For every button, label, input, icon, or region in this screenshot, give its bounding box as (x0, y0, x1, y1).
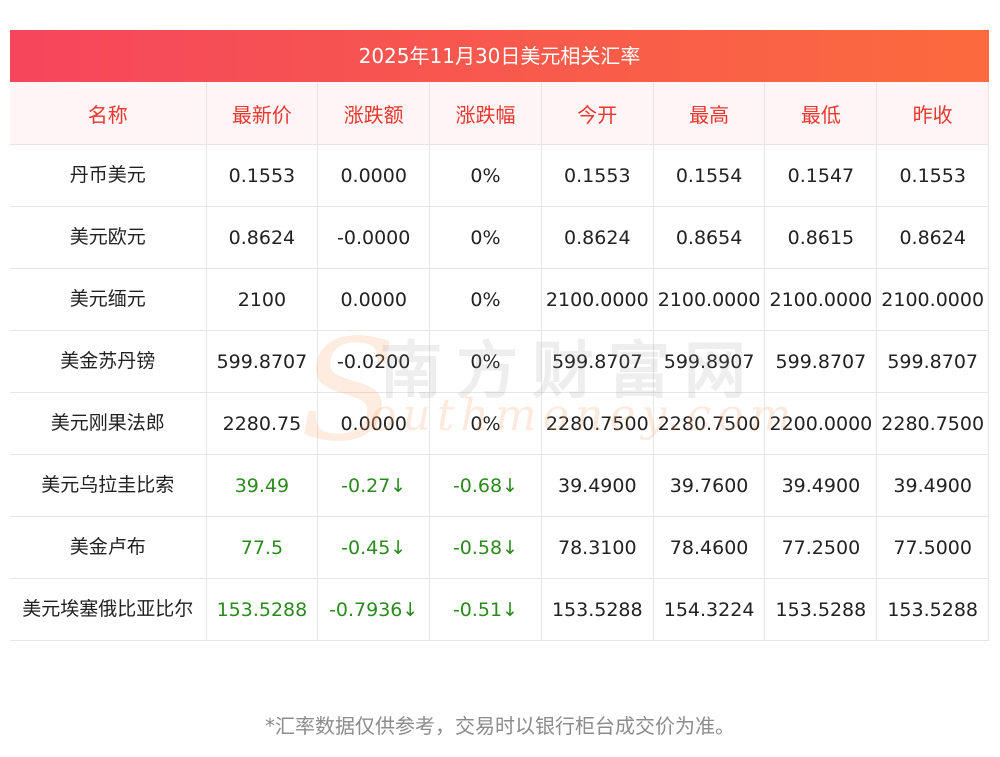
cell-open: 2280.7500 (541, 392, 654, 455)
cell-name: 美元埃塞俄比亚比尔 (10, 578, 207, 641)
cell-change: -0.27↓ (317, 454, 431, 517)
cell-change: -0.45↓ (317, 516, 431, 579)
cell-change-pct: -0.68↓ (429, 454, 542, 517)
cell-latest: 2100 (206, 268, 319, 331)
cell-high: 599.8907 (653, 330, 766, 393)
cell-change: -0.7936↓ (317, 578, 431, 641)
cell-change-pct: -0.58↓ (429, 516, 542, 579)
cell-prev-close: 0.1553 (876, 144, 990, 207)
cell-latest: 153.5288 (206, 578, 319, 641)
cell-high: 0.1554 (653, 144, 766, 207)
cell-high: 2100.0000 (653, 268, 766, 331)
cell-name: 美金卢布 (10, 516, 207, 579)
cell-latest: 0.1553 (206, 144, 319, 207)
table-row: 美金苏丹镑 599.8707 -0.0200 0% 599.8707 599.8907 59… (10, 330, 990, 393)
cell-prev-close: 2100.0000 (876, 268, 990, 331)
cell-name: 丹币美元 (10, 144, 207, 207)
cell-low: 153.5288 (764, 578, 878, 641)
cell-name: 美元缅元 (10, 268, 207, 331)
cell-name: 美元刚果法郎 (10, 392, 207, 455)
cell-low: 0.1547 (764, 144, 878, 207)
cell-change: 0.0000 (317, 144, 431, 207)
cell-prev-close: 599.8707 (876, 330, 990, 393)
cell-high: 154.3224 (653, 578, 766, 641)
cell-change: -0.0200 (317, 330, 431, 393)
cell-prev-close: 39.4900 (876, 454, 990, 517)
cell-prev-close: 77.5000 (876, 516, 990, 579)
header-row: 名称 最新价 涨跌额 涨跌幅 今开 最高 最低 昨收 (10, 82, 990, 145)
table-row: 美元埃塞俄比亚比尔 153.5288 -0.7936↓ -0.51↓ 153.5288 1… (10, 578, 990, 641)
cell-high: 78.4600 (653, 516, 766, 579)
cell-change-pct: -0.51↓ (429, 578, 542, 641)
cell-open: 78.3100 (541, 516, 654, 579)
cell-change-pct: 0% (429, 330, 542, 393)
cell-change: -0.0000 (317, 206, 431, 269)
rate-table-panel: 2025年11月30日美元相关汇率 名称 最新价 涨跌额 涨跌幅 今开 最高 最… (10, 30, 990, 641)
cell-latest: 599.8707 (206, 330, 319, 393)
column-header-change-pct: 涨跌幅 (429, 82, 542, 145)
cell-latest: 0.8624 (206, 206, 319, 269)
table-row: 美元乌拉圭比索 39.49 -0.27↓ -0.68↓ 39.4900 39.7600 39… (10, 454, 990, 517)
cell-open: 153.5288 (541, 578, 654, 641)
column-header-change: 涨跌额 (317, 82, 431, 145)
cell-prev-close: 0.8624 (876, 206, 990, 269)
cell-open: 0.8624 (541, 206, 654, 269)
footnote: *汇率数据仅供参考，交易时以银行柜台成交价为准。 (265, 714, 735, 738)
cell-high: 2280.7500 (653, 392, 766, 455)
cell-change: 0.0000 (317, 392, 431, 455)
table-row: 美元刚果法郎 2280.75 0.0000 0% 2280.7500 2280.7500 2… (10, 392, 990, 455)
cell-change-pct: 0% (429, 144, 542, 207)
cell-low: 0.8615 (764, 206, 878, 269)
cell-high: 39.7600 (653, 454, 766, 517)
column-header-open: 今开 (541, 82, 654, 145)
table-row: 美金卢布 77.5 -0.45↓ -0.58↓ 78.3100 78.4600 77.250… (10, 516, 990, 579)
cell-name: 美元欧元 (10, 206, 207, 269)
cell-low: 39.4900 (764, 454, 878, 517)
table-row: 美元欧元 0.8624 -0.0000 0% 0.8624 0.8654 0.8615 0.8… (10, 206, 990, 269)
column-header-prev-close: 昨收 (876, 82, 990, 145)
table-title: 2025年11月30日美元相关汇率 (10, 30, 989, 82)
cell-high: 0.8654 (653, 206, 766, 269)
table-row: 丹币美元 0.1553 0.0000 0% 0.1553 0.1554 0.1547 0.15… (10, 144, 990, 207)
cell-change-pct: 0% (429, 268, 542, 331)
column-header-low: 最低 (764, 82, 878, 145)
column-header-high: 最高 (653, 82, 766, 145)
cell-latest: 39.49 (206, 454, 319, 517)
cell-change-pct: 0% (429, 206, 542, 269)
cell-latest: 2280.75 (206, 392, 319, 455)
column-header-latest: 最新价 (206, 82, 319, 145)
cell-low: 2100.0000 (764, 268, 878, 331)
cell-low: 77.2500 (764, 516, 878, 579)
cell-name: 美金苏丹镑 (10, 330, 207, 393)
cell-change-pct: 0% (429, 392, 542, 455)
column-header-name: 名称 (10, 82, 207, 145)
cell-prev-close: 153.5288 (876, 578, 990, 641)
cell-open: 2100.0000 (541, 268, 654, 331)
cell-open: 39.4900 (541, 454, 654, 517)
cell-change: 0.0000 (317, 268, 431, 331)
cell-prev-close: 2280.7500 (876, 392, 990, 455)
table-row: 美元缅元 2100 0.0000 0% 2100.0000 2100.0000 2100.0… (10, 268, 990, 331)
exchange-rate-table: 名称 最新价 涨跌额 涨跌幅 今开 最高 最低 昨收 丹币美元 0.1553 0.0… (10, 82, 990, 641)
cell-low: 599.8707 (764, 330, 878, 393)
cell-open: 599.8707 (541, 330, 654, 393)
cell-open: 0.1553 (541, 144, 654, 207)
cell-name: 美元乌拉圭比索 (10, 454, 207, 517)
cell-low: 2200.0000 (764, 392, 878, 455)
cell-latest: 77.5 (206, 516, 319, 579)
